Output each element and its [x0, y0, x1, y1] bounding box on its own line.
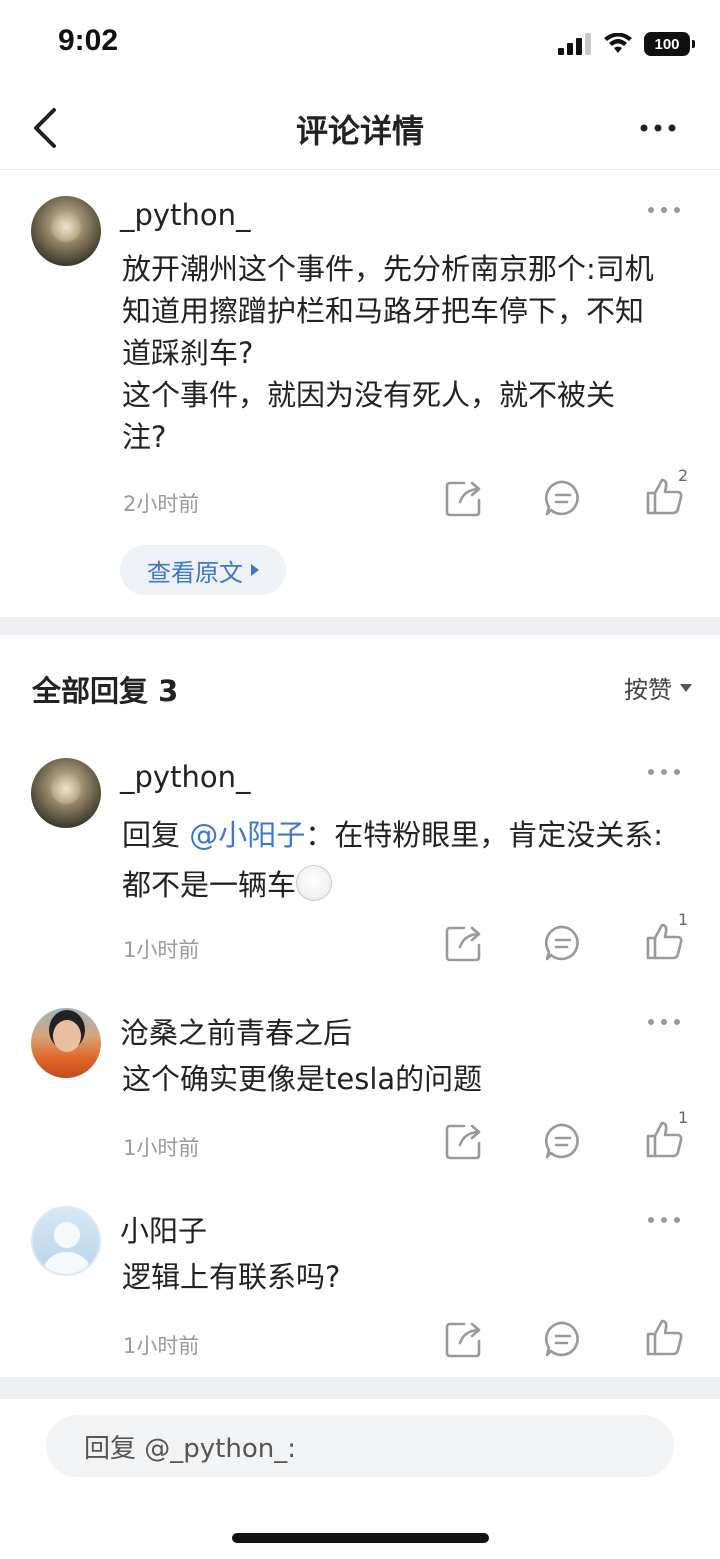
reply-line-text: ：在特粉眼里，肯定没关系:	[305, 818, 664, 852]
more-dots-icon[interactable]	[646, 766, 682, 778]
battery-icon: 100	[644, 32, 695, 56]
comment-line: 这个事件，就因为没有死人，就不被关	[122, 378, 616, 412]
reply-timestamp: 1小时前	[123, 1334, 200, 1358]
comment-line: 放开潮州这个事件，先分析南京那个:司机	[122, 252, 654, 286]
section-divider	[0, 1377, 720, 1399]
reply-timestamp: 1小时前	[123, 1136, 200, 1160]
mention-link[interactable]: @小阳子	[189, 818, 305, 852]
section-divider	[0, 617, 720, 635]
avatar[interactable]	[31, 1206, 101, 1276]
view-original-button[interactable]: 查看原文	[120, 545, 286, 595]
reply-username[interactable]: 沧桑之前青春之后	[120, 1010, 352, 1052]
reply-prefix: 回复	[122, 818, 190, 852]
share-icon[interactable]	[444, 1121, 484, 1161]
more-dots-icon[interactable]	[646, 1214, 682, 1226]
comment-icon[interactable]	[543, 1319, 583, 1359]
comment-icon[interactable]	[543, 1121, 583, 1161]
more-dots-icon[interactable]	[646, 204, 682, 216]
avatar[interactable]	[31, 1008, 101, 1078]
sort-label: 按赞	[624, 676, 672, 704]
like-count: 2	[678, 466, 689, 485]
comment-username[interactable]: _python_	[120, 198, 250, 232]
share-icon[interactable]	[444, 923, 484, 963]
reply-username[interactable]: _python_	[120, 760, 250, 794]
triangle-down-icon	[680, 683, 692, 692]
status-bar: 9:02 100	[0, 0, 720, 88]
triangle-right-icon	[251, 564, 259, 576]
comment-text: 放开潮州这个事件，先分析南京那个:司机 知道用擦蹭护栏和马路牙把车停下，不知 道…	[122, 248, 692, 458]
reply-input-placeholder: 回复 @_python_:	[84, 1433, 296, 1464]
reply-username[interactable]: 小阳子	[120, 1208, 207, 1250]
reply-line: 回复 @小阳子：在特粉眼里，肯定没关系:	[122, 810, 692, 860]
avatar[interactable]	[31, 758, 101, 828]
comment-line: 注?	[122, 420, 167, 454]
sort-dropdown[interactable]: 按赞	[624, 670, 692, 705]
replies-count: 全部回复 3	[32, 674, 179, 708]
comment-icon[interactable]	[543, 478, 583, 518]
comment-timestamp: 2小时前	[123, 492, 200, 516]
shush-emoji-icon	[296, 865, 333, 901]
reply-text: 这个确实更像是tesla的问题	[122, 1062, 483, 1096]
share-icon[interactable]	[444, 478, 484, 518]
status-icons: 100	[558, 32, 695, 56]
like-count: 1	[678, 910, 689, 929]
more-dots-icon[interactable]	[646, 1016, 682, 1028]
nav-bar: 评论详情	[0, 88, 720, 170]
avatar[interactable]	[31, 196, 101, 266]
view-original-label: 查看原文	[147, 558, 243, 587]
comment-line: 知道用擦蹭护栏和马路牙把车停下，不知	[122, 294, 645, 328]
reply-input[interactable]: 回复 @_python_:	[46, 1415, 674, 1477]
reply-timestamp: 1小时前	[123, 938, 200, 962]
more-dots-icon[interactable]	[636, 106, 680, 150]
page-title: 评论详情	[295, 112, 424, 150]
wifi-icon	[604, 33, 632, 53]
status-time: 9:02	[58, 24, 119, 57]
reply-line-text: 都不是一辆车	[122, 868, 297, 902]
share-icon[interactable]	[444, 1319, 484, 1359]
reply-text: 回复 @小阳子：在特粉眼里，肯定没关系: 都不是一辆车	[122, 810, 692, 910]
thumbs-up-icon[interactable]	[645, 1317, 685, 1357]
reply-bar: 回复 @_python_:	[0, 1399, 720, 1559]
signal-icon	[558, 33, 591, 55]
comment-line: 道踩刹车?	[122, 336, 254, 370]
home-indicator	[232, 1533, 489, 1543]
comment-icon[interactable]	[543, 923, 583, 963]
reply-text: 逻辑上有联系吗?	[122, 1260, 341, 1294]
like-count: 1	[678, 1108, 689, 1127]
reply-line: 都不是一辆车	[122, 860, 692, 910]
